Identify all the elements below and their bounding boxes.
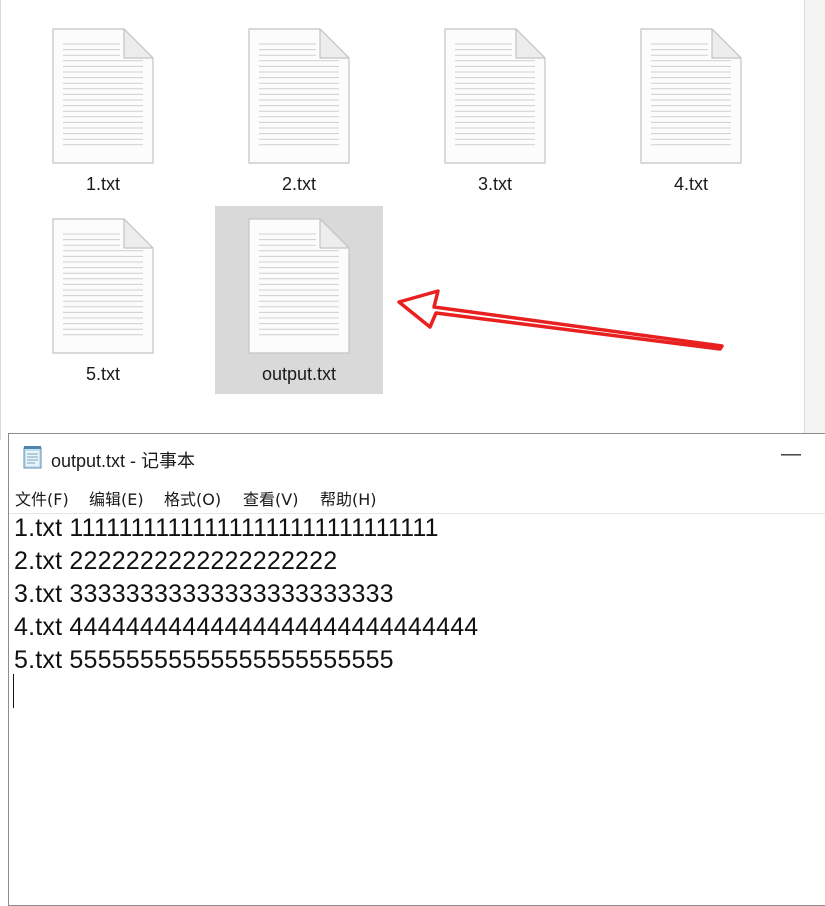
file-name-label: 4.txt [673,174,708,194]
notepad-title-bar[interactable]: output.txt - 记事本 — [9,434,825,478]
text-line-4: 4.txt 44444444444444444444444444444 [14,613,479,641]
document-folded-corner [319,28,350,59]
file-item-1[interactable]: 1.txt [19,16,187,204]
menu-file[interactable]: 文件(F) [15,486,69,510]
file-item-output-selected[interactable]: output.txt [215,206,383,394]
file-name-label: 1.txt [85,174,120,194]
explorer-left-border [0,0,1,440]
text-caret [13,674,14,708]
document-folded-corner [123,218,154,249]
menu-view[interactable]: 查看(V) [243,486,298,510]
text-file-icon [248,218,350,354]
document-folded-corner [123,28,154,59]
file-item-5[interactable]: 5.txt [19,206,187,394]
window-title: output.txt - 记事本 [51,451,196,471]
document-folded-corner [319,218,350,249]
text-file-icon [640,28,742,164]
text-line-3: 3.txt 33333333333333333333333 [14,580,394,608]
minimize-button[interactable]: — [765,442,817,472]
notepad-window: output.txt - 记事本 — 文件(F) 编辑(E) 格式(O) 查看(… [8,433,825,906]
text-line-1: 1.txt 111111111111111111111111111111 [14,514,439,542]
text-editor-area[interactable]: 1.txt 111111111111111111111111111111 2.t… [9,514,825,906]
text-file-icon [248,28,350,164]
file-name-label: 2.txt [281,174,316,194]
text-file-icon [52,28,154,164]
menu-bar: 文件(F) 编辑(E) 格式(O) 查看(V) 帮助(H) [9,482,825,512]
text-line-2: 2.txt 2222222222222222222 [14,547,338,575]
text-file-icon [52,218,154,354]
notepad-app-icon [23,446,42,469]
file-name-label: 3.txt [477,174,512,194]
file-explorer-view: 1.txt 2.txt 3.txt 4.txt 5.txt output.txt [0,0,825,440]
file-name-label: 5.txt [85,364,120,384]
file-item-3[interactable]: 3.txt [411,16,579,204]
file-item-2[interactable]: 2.txt [215,16,383,204]
text-line-5: 5.txt 55555555555555555555555 [14,646,394,674]
file-name-label: output.txt [261,364,337,384]
menu-help[interactable]: 帮助(H) [320,486,377,510]
document-folded-corner [515,28,546,59]
text-file-icon [444,28,546,164]
document-folded-corner [711,28,742,59]
explorer-scroll-gutter[interactable] [805,0,825,440]
menu-edit[interactable]: 编辑(E) [89,486,144,510]
file-item-4[interactable]: 4.txt [607,16,775,204]
menu-format[interactable]: 格式(O) [164,486,221,510]
